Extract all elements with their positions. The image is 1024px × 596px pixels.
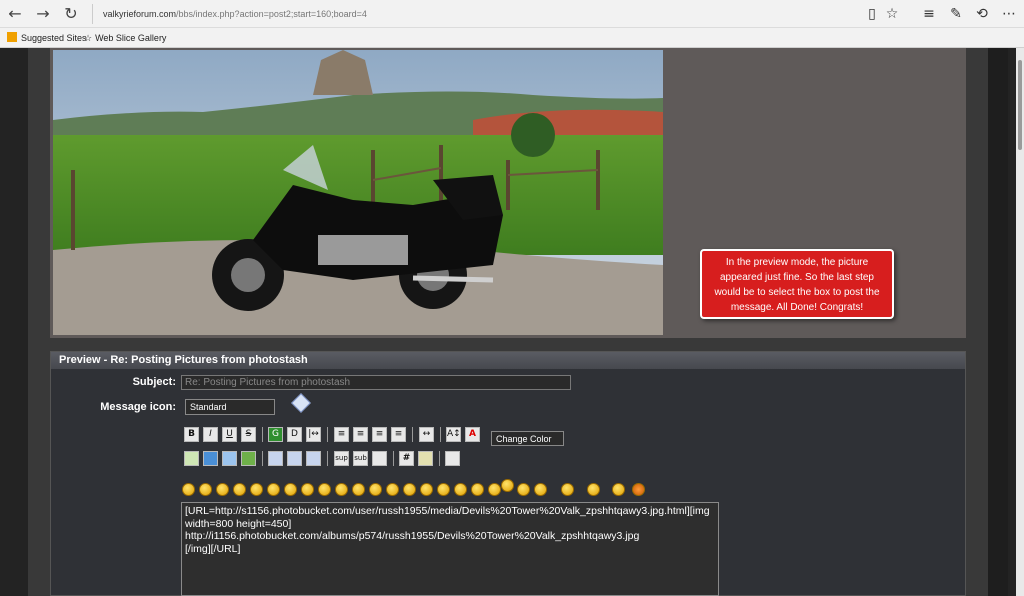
- message-textarea[interactable]: [URL=http://s1156.photobucket.com/user/r…: [181, 502, 719, 596]
- favorites-bar: Suggested Sites ☆ Web Slice Gallery: [0, 28, 1024, 48]
- lipsrsealed-smiley-icon[interactable]: [386, 483, 399, 496]
- url-path: /bbs/index.php?action=post2;start=160;bo…: [176, 9, 367, 19]
- favorite-web-slice-gallery[interactable]: ☆ Web Slice Gallery: [84, 32, 166, 44]
- preview-header: Preview - Re: Posting Pictures from phot…: [51, 352, 965, 369]
- address-bar[interactable]: valkyrieforum.com/bbs/index.php?action=p…: [92, 4, 852, 24]
- code-button[interactable]: #: [399, 451, 414, 466]
- toolbar-divider: [393, 451, 394, 466]
- angry-smiley-icon[interactable]: [250, 483, 263, 496]
- undecided-smiley-icon[interactable]: [403, 483, 416, 496]
- pacman-smiley-icon[interactable]: [612, 483, 625, 496]
- toolbar-divider: [327, 427, 328, 442]
- italic-button[interactable]: I: [203, 427, 218, 442]
- message-icon-select[interactable]: Standard: [185, 399, 275, 415]
- scrollbar-thumb[interactable]: [1018, 60, 1022, 150]
- list-button[interactable]: [445, 451, 460, 466]
- hub-icon[interactable]: ≡: [919, 4, 939, 24]
- fire-smiley-icon[interactable]: [632, 483, 645, 496]
- strike-button[interactable]: S: [241, 427, 256, 442]
- cry-smiley-icon[interactable]: [437, 483, 450, 496]
- subscript-button[interactable]: sub: [353, 451, 368, 466]
- favorite-suggested-sites[interactable]: Suggested Sites: [7, 32, 87, 44]
- url-domain: valkyrieforum.com: [103, 9, 177, 19]
- star-icon: ☆: [84, 34, 93, 44]
- sad-smiley-icon[interactable]: [267, 483, 280, 496]
- teletype-button[interactable]: [372, 451, 387, 466]
- toolbar-divider: [262, 451, 263, 466]
- more-icon[interactable]: ⋯: [999, 4, 1019, 24]
- cool-smiley-icon[interactable]: [301, 483, 314, 496]
- thumbs-smiley-icon[interactable]: [561, 483, 574, 496]
- insert-ftp-button[interactable]: [222, 451, 237, 466]
- refresh-icon[interactable]: ↻: [61, 4, 81, 24]
- toolbar-divider: [262, 427, 263, 442]
- nerd-smiley-icon[interactable]: [587, 483, 600, 496]
- toolbar-divider: [440, 427, 441, 442]
- superscript-button[interactable]: sup: [334, 451, 349, 466]
- huh-smiley-icon[interactable]: [318, 483, 331, 496]
- insert-link-globe-icon[interactable]: [203, 451, 218, 466]
- shocked-smiley-icon[interactable]: [284, 483, 297, 496]
- insert-flash-button[interactable]: [241, 451, 256, 466]
- move-button[interactable]: |↔: [306, 427, 321, 442]
- message-icon-label: Message icon:: [100, 401, 176, 413]
- grin-smiley-icon[interactable]: [233, 483, 246, 496]
- insert-image-button[interactable]: [184, 451, 199, 466]
- police-smiley-icon[interactable]: [517, 483, 530, 496]
- font-face-button[interactable]: A: [465, 427, 480, 442]
- subject-label: Subject:: [132, 376, 176, 388]
- horizontal-rule-button[interactable]: ↔: [419, 427, 434, 442]
- shadow-button[interactable]: D: [287, 427, 302, 442]
- toolbar-divider: [412, 427, 413, 442]
- subject-input[interactable]: Re: Posting Pictures from photostash: [181, 375, 571, 390]
- web-note-icon[interactable]: ✎: [946, 4, 966, 24]
- motorcycle-photo: [53, 50, 663, 335]
- angel-smiley-icon[interactable]: [501, 479, 514, 492]
- glow-button[interactable]: G: [268, 427, 283, 442]
- photo-image: [53, 50, 663, 335]
- font-size-button[interactable]: A↕: [446, 427, 461, 442]
- embarrassed-smiley-icon[interactable]: [369, 483, 382, 496]
- toolbar-divider: [439, 451, 440, 466]
- biker-smiley-icon[interactable]: [534, 483, 547, 496]
- bold-button[interactable]: B: [184, 427, 199, 442]
- rolleyes-smiley-icon[interactable]: [335, 483, 348, 496]
- afro-smiley-icon[interactable]: [488, 483, 501, 496]
- right-margin: [988, 48, 1008, 596]
- quote-button[interactable]: [418, 451, 433, 466]
- wink-smiley-icon[interactable]: [199, 483, 212, 496]
- favorite-star-icon[interactable]: ☆: [882, 4, 902, 24]
- align-center-button[interactable]: ≡: [353, 427, 368, 442]
- kiss-smiley-icon[interactable]: [420, 483, 433, 496]
- evil-smiley-icon[interactable]: [454, 483, 467, 496]
- azn-smiley-icon[interactable]: [471, 483, 484, 496]
- instruction-callout: In the preview mode, the picture appeare…: [700, 249, 894, 319]
- reading-view-icon[interactable]: ▯: [862, 4, 882, 24]
- insert-row-button[interactable]: [287, 451, 302, 466]
- favorite-label: Web Slice Gallery: [95, 33, 167, 43]
- insert-column-button[interactable]: [306, 451, 321, 466]
- align-left-button[interactable]: ≡: [334, 427, 349, 442]
- insert-table-button[interactable]: [268, 451, 283, 466]
- browser-toolbar: ← → ↻ valkyrieforum.com/bbs/index.php?ac…: [0, 0, 1024, 28]
- smiley-icon[interactable]: [182, 483, 195, 496]
- change-color-select[interactable]: Change Color: [491, 431, 564, 446]
- underline-button[interactable]: U: [222, 427, 237, 442]
- favorite-label: Suggested Sites: [21, 33, 87, 43]
- forward-icon[interactable]: →: [33, 4, 53, 24]
- align-right-button[interactable]: ≡: [372, 427, 387, 442]
- toolbar-divider: [327, 451, 328, 466]
- share-icon[interactable]: ⟲: [972, 4, 992, 24]
- tongue-smiley-icon[interactable]: [352, 483, 365, 496]
- justify-button[interactable]: ≡: [391, 427, 406, 442]
- bing-icon: [7, 32, 17, 42]
- back-icon[interactable]: ←: [5, 4, 25, 24]
- cheesy-smiley-icon[interactable]: [216, 483, 229, 496]
